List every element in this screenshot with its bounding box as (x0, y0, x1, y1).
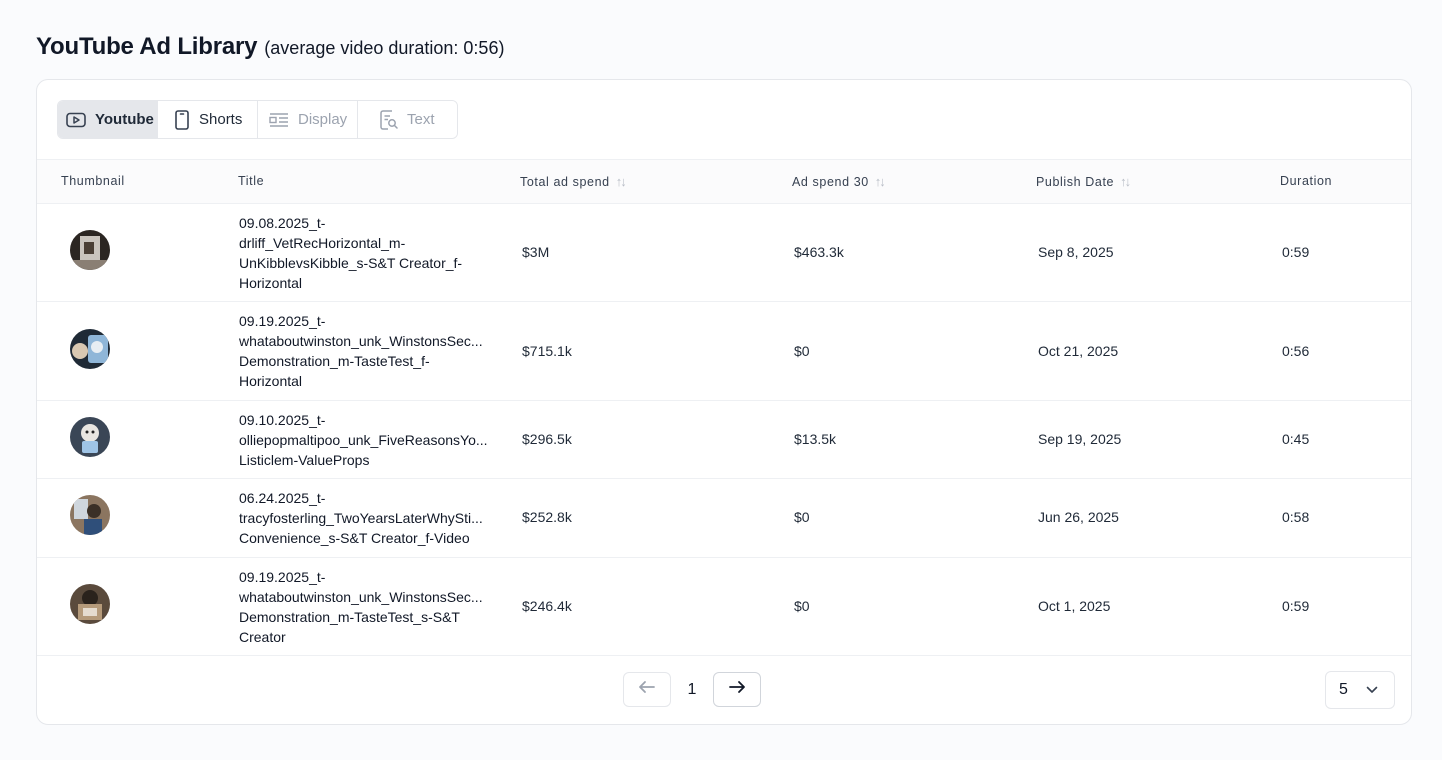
table-header: Thumbnail Title Total ad spend ↑↓ Ad spen… (37, 159, 1411, 204)
tab-youtube[interactable]: Youtube (58, 101, 158, 138)
arrow-left-icon (638, 680, 656, 699)
publish-date: Jun 26, 2025 (1038, 509, 1119, 525)
display-layout-icon (269, 112, 289, 128)
next-page-button[interactable] (713, 672, 761, 707)
ad-library-card: Youtube Shorts Display Text Thumbnail Ti… (36, 79, 1412, 725)
column-ad-spend-30[interactable]: Ad spend 30 ↑↓ (792, 174, 886, 189)
ad-spend-30: $13.5k (794, 431, 837, 447)
duration: 0:59 (1282, 598, 1310, 614)
ad-title[interactable]: 09.08.2025_t-drliff_VetRecHorizontal_m- U… (239, 213, 503, 293)
video-thumbnail[interactable] (70, 329, 110, 369)
table-row[interactable]: 06.24.2025_t-tracyfosterling_TwoYearsLat… (37, 479, 1411, 558)
page-title: YouTube Ad Library (36, 33, 258, 60)
column-duration: Duration (1280, 174, 1333, 188)
sort-icon[interactable]: ↑↓ (875, 174, 886, 189)
publish-date: Oct 1, 2025 (1038, 598, 1111, 614)
sort-icon[interactable]: ↑↓ (1120, 174, 1131, 189)
chevron-down-icon (1366, 681, 1378, 699)
column-title: Title (238, 174, 265, 188)
video-thumbnail[interactable] (70, 584, 110, 624)
tab-text[interactable]: Text (358, 101, 457, 138)
table-row[interactable]: 09.10.2025_t-olliepopmaltipoo_unk_FiveRe… (37, 401, 1411, 479)
tab-text-label: Text (407, 111, 435, 128)
ad-spend-30: $0 (794, 598, 810, 614)
ad-spend-30: $463.3k (794, 244, 844, 260)
total-ad-spend: $715.1k (522, 343, 572, 359)
total-ad-spend: $246.4k (522, 598, 572, 614)
video-thumbnail[interactable] (70, 230, 110, 270)
sort-icon[interactable]: ↑↓ (616, 174, 627, 189)
ad-title[interactable]: 09.19.2025_t-whataboutwinston_unk_Winsto… (239, 311, 503, 391)
duration: 0:56 (1282, 343, 1310, 359)
publish-date: Sep 8, 2025 (1038, 244, 1114, 260)
tab-display[interactable]: Display (258, 101, 358, 138)
play-icon (66, 112, 86, 128)
column-publish-date[interactable]: Publish Date ↑↓ (1036, 174, 1131, 189)
ad-title[interactable]: 09.10.2025_t-olliepopmaltipoo_unk_FiveRe… (239, 410, 503, 470)
column-total-ad-spend[interactable]: Total ad spend ↑↓ (520, 174, 627, 189)
table-row[interactable]: 09.08.2025_t-drliff_VetRecHorizontal_m- U… (37, 204, 1411, 302)
ad-title[interactable]: 09.19.2025_t-whataboutwinston_unk_Winsto… (239, 567, 503, 647)
table-row[interactable]: 09.19.2025_t-whataboutwinston_unk_Winsto… (37, 558, 1411, 656)
duration: 0:45 (1282, 431, 1310, 447)
column-thumbnail: Thumbnail (61, 174, 125, 188)
page-size-value: 5 (1339, 681, 1348, 698)
phone-icon (174, 109, 190, 130)
arrow-right-icon (728, 680, 746, 699)
duration: 0:59 (1282, 244, 1310, 260)
previous-page-button[interactable] (623, 672, 671, 707)
total-ad-spend: $252.8k (522, 509, 572, 525)
tab-display-label: Display (298, 111, 348, 128)
table-row[interactable]: 09.19.2025_t-whataboutwinston_unk_Winsto… (37, 302, 1411, 401)
total-ad-spend: $3M (522, 244, 550, 260)
page-size-select[interactable]: 5 (1325, 671, 1395, 709)
ad-spend-30: $0 (794, 509, 810, 525)
tab-shorts[interactable]: Shorts (158, 101, 258, 138)
current-page-number: 1 (687, 680, 697, 698)
average-duration-label: (average video duration: 0:56) (264, 38, 505, 58)
pagination: 1 (623, 672, 761, 707)
ad-spend-30: $0 (794, 343, 810, 359)
ad-title[interactable]: 06.24.2025_t-tracyfosterling_TwoYearsLat… (239, 488, 503, 548)
duration: 0:58 (1282, 509, 1310, 525)
tab-youtube-label: Youtube (95, 111, 154, 128)
video-thumbnail[interactable] (70, 495, 110, 535)
page-header: YouTube Ad Library (average video durati… (36, 33, 504, 61)
video-thumbnail[interactable] (70, 417, 110, 457)
text-search-icon (380, 109, 398, 130)
publish-date: Sep 19, 2025 (1038, 431, 1122, 447)
publish-date: Oct 21, 2025 (1038, 343, 1119, 359)
format-tabs: Youtube Shorts Display Text (57, 100, 458, 139)
total-ad-spend: $296.5k (522, 431, 572, 447)
tab-shorts-label: Shorts (199, 111, 243, 128)
